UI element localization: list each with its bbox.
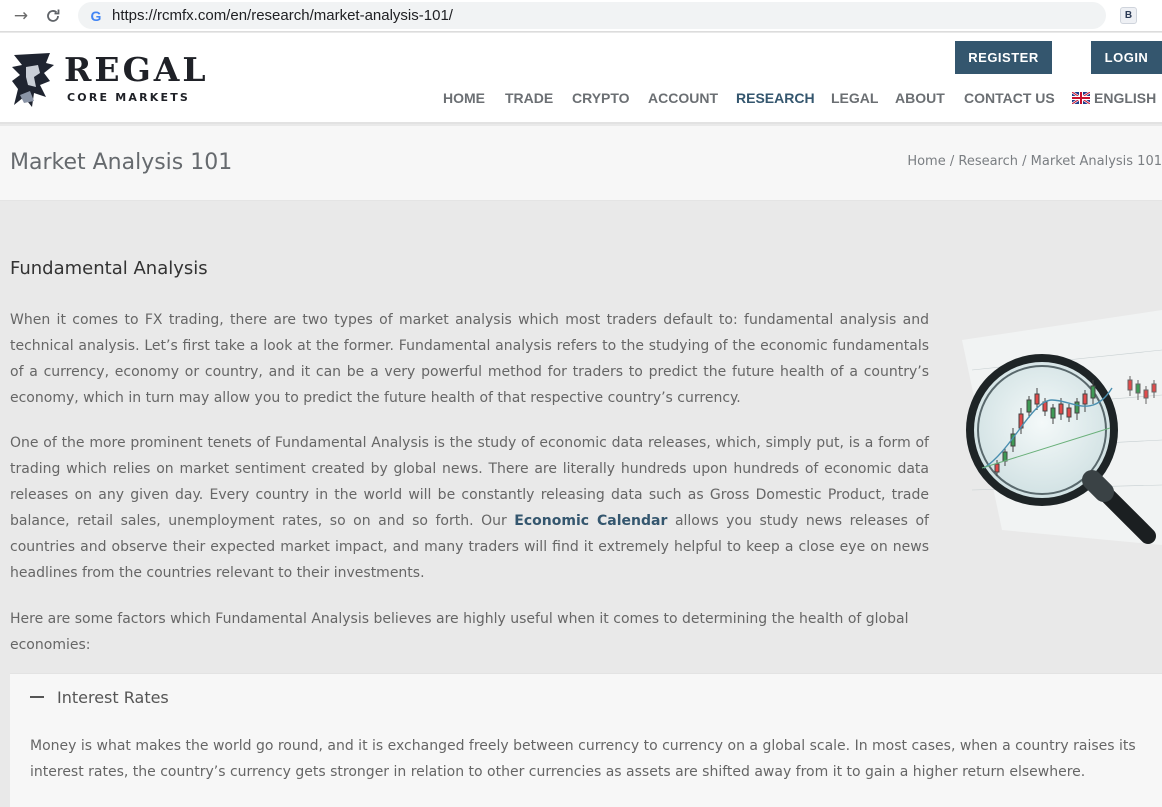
intro-paragraph: When it comes to FX trading, there are t… — [10, 312, 929, 406]
accordion-interest-rates: Interest Rates Money is what makes the w… — [10, 673, 1162, 807]
accordion-body: Money is what makes the world go round, … — [30, 738, 1136, 780]
lion-crest-icon — [12, 53, 54, 107]
nav-language[interactable]: ENGLISH — [1072, 90, 1156, 106]
economic-calendar-link[interactable]: Economic Calendar — [514, 513, 667, 529]
brand-tagline: CORE MARKETS — [67, 91, 191, 104]
reload-icon[interactable] — [42, 5, 64, 27]
brand-name: REGAL — [64, 50, 209, 89]
nav-language-label: ENGLISH — [1094, 90, 1157, 106]
page-title: Market Analysis 101 — [10, 150, 233, 175]
nav-contact-us[interactable]: CONTACT US — [964, 90, 1055, 106]
accordion-title: Interest Rates — [57, 687, 169, 707]
breadcrumb-separator: / — [1018, 154, 1031, 169]
nav-crypto[interactable]: CRYPTO — [572, 90, 630, 106]
site-logo[interactable]: REGAL CORE MARKETS — [10, 51, 210, 111]
data-releases-paragraph: One of the more prominent tenets of Fund… — [10, 430, 929, 586]
nav-legal[interactable]: LEGAL — [831, 90, 878, 106]
section-heading: Fundamental Analysis — [10, 258, 208, 279]
accordion-header[interactable]: Interest Rates — [30, 686, 169, 708]
nav-home[interactable]: HOME — [443, 90, 485, 106]
breadcrumb-separator: / — [945, 154, 959, 169]
login-button[interactable]: LOGIN — [1091, 41, 1162, 74]
breadcrumb-current: Market Analysis 101 — [1030, 154, 1162, 169]
breadcrumb: Home / Research / Market Analysis 101 — [907, 154, 1162, 169]
factors-intro-paragraph: Here are some factors which Fundamental … — [10, 611, 909, 653]
magnifier-chart-illustration — [942, 300, 1162, 560]
site-header: REGAL CORE MARKETS REGISTER LOGIN HOME T… — [0, 33, 1162, 124]
nav-trade[interactable]: TRADE — [505, 90, 553, 106]
uk-flag-icon — [1072, 92, 1090, 104]
forward-arrow-icon[interactable]: → — [10, 5, 32, 27]
nav-research[interactable]: RESEARCH — [736, 90, 815, 106]
browser-toolbar: → G https://rcmfx.com/en/research/market… — [0, 0, 1162, 32]
google-icon: G — [90, 7, 102, 24]
minus-icon[interactable] — [30, 696, 44, 698]
url-text: https://rcmfx.com/en/research/market-ana… — [112, 7, 453, 24]
extension-icon[interactable]: B — [1120, 7, 1137, 24]
nav-about[interactable]: ABOUT — [895, 90, 945, 106]
breadcrumb-research[interactable]: Research — [958, 154, 1018, 169]
page-title-bar: Market Analysis 101 Home / Research / Ma… — [0, 126, 1162, 201]
breadcrumb-home[interactable]: Home — [907, 154, 945, 169]
nav-account[interactable]: ACCOUNT — [648, 90, 718, 106]
register-button[interactable]: REGISTER — [955, 41, 1052, 74]
address-bar[interactable]: G https://rcmfx.com/en/research/market-a… — [78, 2, 1106, 29]
